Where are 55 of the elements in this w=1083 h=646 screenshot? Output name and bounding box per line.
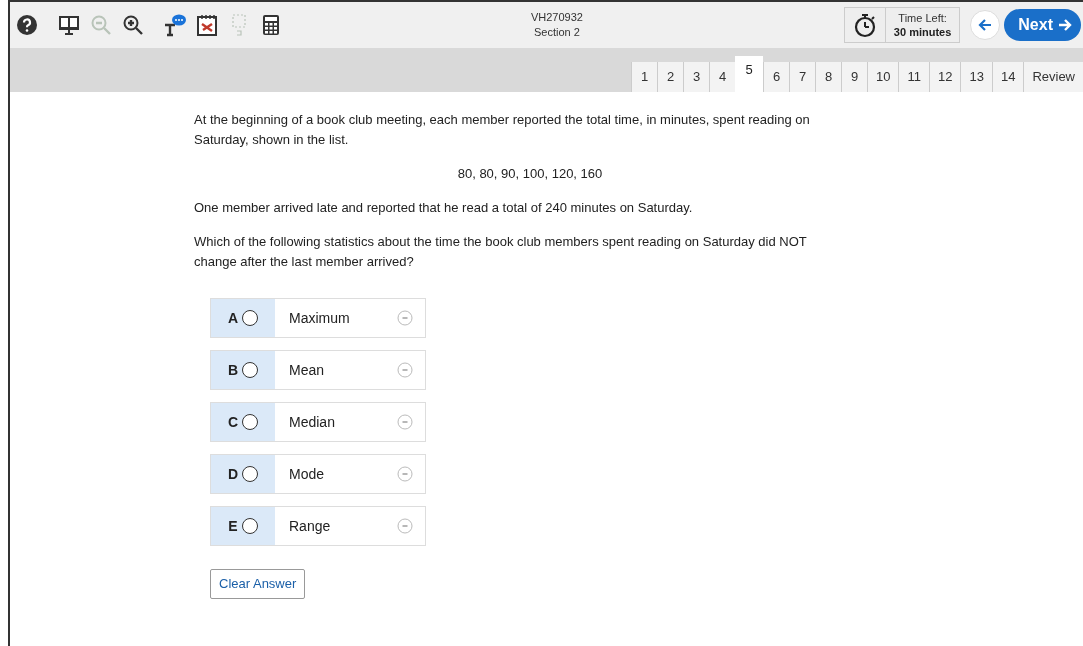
question-tab[interactable]: 8 (815, 62, 841, 92)
data-list: 80, 80, 90, 100, 120, 160 (194, 164, 866, 184)
question-tab[interactable]: 3 (683, 62, 709, 92)
question-prompt: Which of the following statistics about the time the book club members spent reading on Saturday did NOT change after the last member arrived? (194, 233, 808, 271)
answer-option[interactable]: E Range (210, 506, 426, 546)
option-letter: E (228, 517, 238, 536)
question-tab[interactable]: 10 (867, 62, 899, 92)
stopwatch-icon (852, 12, 877, 38)
question-tab[interactable]: 6 (763, 62, 789, 92)
left-arrow-icon (977, 17, 994, 33)
question-text: One member arrived late and reported that he read a total of 240 minutes on Saturday. (194, 199, 694, 217)
radio-button[interactable] (241, 518, 258, 534)
option-text: Maximum (288, 309, 351, 328)
option-letter: D (227, 465, 239, 484)
calendar-icon (195, 13, 219, 37)
monitor-icon (57, 13, 81, 37)
clear-answer-button[interactable]: Clear Answer (210, 569, 306, 599)
right-arrow-icon (1057, 17, 1073, 33)
option-text: Mean (288, 361, 326, 380)
question-tab[interactable]: 13 (960, 62, 992, 92)
question-tab[interactable]: 2 (657, 62, 683, 92)
option-text: Median (288, 413, 336, 432)
answer-option[interactable]: C Median (210, 402, 426, 442)
answer-option[interactable]: D Mode (210, 454, 426, 494)
option-text: Range (288, 517, 332, 536)
question-text: At the beginning of a book club meeting, each member reported the total time, in minutes, spent reading on Saturday, shown in the list. (194, 111, 811, 149)
question-tab[interactable]: 1 (631, 62, 657, 92)
section-label: Section 2 (534, 25, 580, 40)
text-speech-icon (163, 13, 187, 37)
radio-button[interactable] (242, 414, 259, 430)
test-id: VH270932 (530, 10, 583, 25)
question-tab[interactable]: 14 (991, 62, 1024, 92)
question-tab[interactable]: 12 (928, 62, 961, 92)
question-tab[interactable]: 5 (735, 56, 763, 92)
question-tab[interactable]: 11 (898, 62, 929, 92)
radio-button[interactable] (242, 310, 259, 326)
option-letter: C (227, 413, 239, 432)
option-text: Mode (288, 465, 326, 484)
zoom-in-icon (121, 13, 145, 37)
zoom-out-icon (89, 13, 113, 37)
question-tab[interactable]: 9 (841, 62, 867, 92)
option-letter: A (227, 309, 239, 328)
radio-button[interactable] (242, 466, 259, 482)
back-button[interactable] (970, 10, 1001, 40)
next-button[interactable]: Next (1004, 9, 1081, 41)
timer-label: Time Left: (898, 11, 947, 25)
question-tab[interactable]: Review (1023, 62, 1083, 92)
radio-button[interactable] (242, 362, 259, 378)
question-tab[interactable]: 4 (709, 62, 735, 92)
option-letter: B (227, 361, 239, 380)
question-tab[interactable]: 7 (789, 62, 815, 92)
help-icon (15, 13, 39, 37)
answer-option[interactable]: B Mean (210, 350, 426, 390)
answer-option[interactable]: A Maximum (210, 298, 426, 338)
timer-value: 30 minutes (893, 25, 952, 39)
